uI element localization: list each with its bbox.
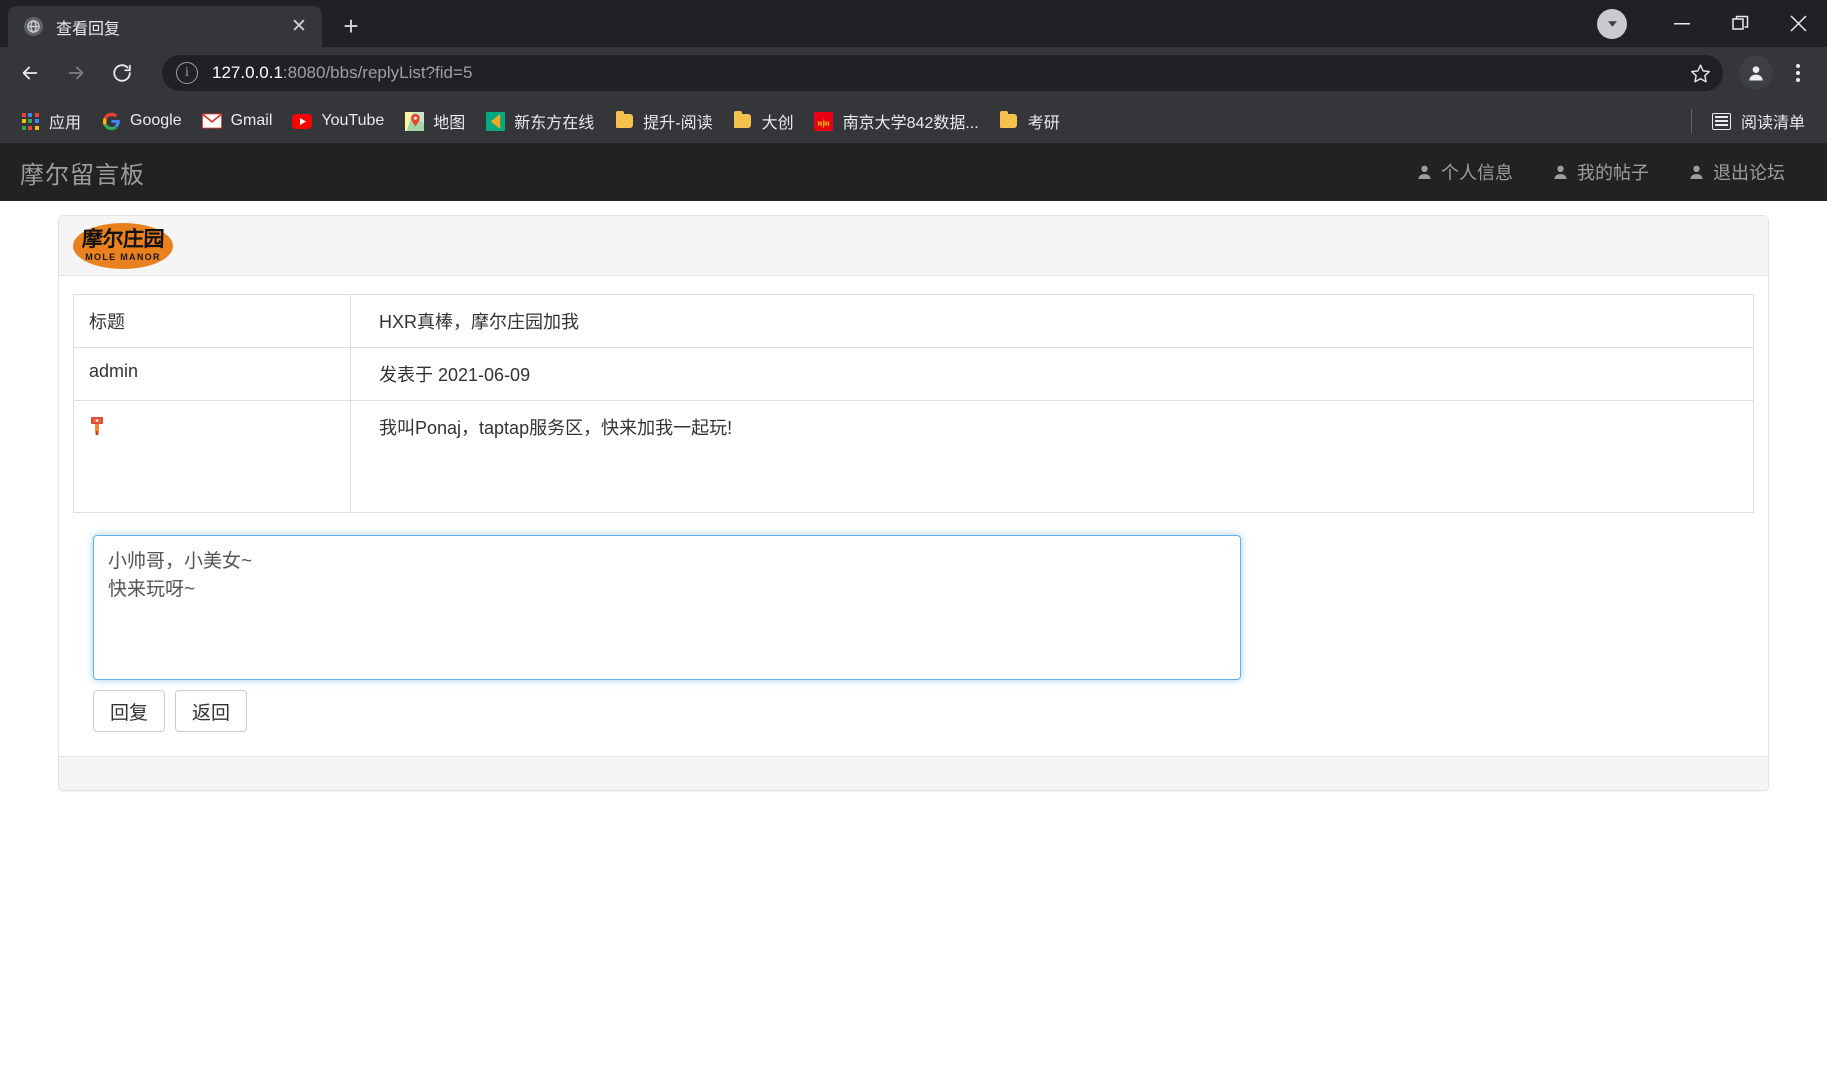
browser-window: 查看回复 ✕ + i 127.0.0.1:8080/bbs/replyList?… <box>0 0 1827 1080</box>
globe-icon <box>24 17 43 36</box>
bookmark-label: Gmail <box>230 112 273 129</box>
page-viewport: 摩尔留言板 个人信息 我的帖子 退出论坛 摩尔庄园 MOLE MANOR 标题 … <box>0 143 1827 1080</box>
nav-link-label: 退出论坛 <box>1713 163 1785 183</box>
bookmark-label: 应用 <box>49 115 82 132</box>
panel-footer <box>59 756 1768 790</box>
post-title-label: 标题 <box>73 294 351 348</box>
bookmark-nju[interactable]: nju 南京大学842数据... <box>804 105 989 137</box>
reading-list-label: 阅读清单 <box>1740 115 1805 132</box>
arrow-left-icon[interactable] <box>12 55 48 91</box>
bookmark-apps[interactable]: 应用 <box>10 105 91 137</box>
post-table: 标题 HXR真棒，摩尔庄园加我 admin 发表于 2021-06-09 我叫P… <box>73 294 1754 513</box>
nav-link-logout[interactable]: 退出论坛 <box>1675 151 1799 193</box>
nav-link-label: 个人信息 <box>1441 163 1513 183</box>
broken-image-avatar-icon <box>89 416 335 436</box>
star-icon[interactable] <box>1683 56 1717 90</box>
post-title-value: HXR真棒，摩尔庄园加我 <box>350 294 1754 348</box>
reply-button-row: 回复 返回 <box>93 690 1754 732</box>
panel-heading: 摩尔庄园 MOLE MANOR <box>59 216 1768 276</box>
bookmark-label: 新东方在线 <box>514 115 595 132</box>
xdf-icon <box>485 111 505 131</box>
table-row: 我叫Ponaj，taptap服务区，快来加我一起玩! <box>73 400 1754 513</box>
svg-text:nju: nju <box>817 117 830 127</box>
bookmark-folder-reading[interactable]: 提升-阅读 <box>604 105 722 137</box>
folder-icon <box>614 111 634 131</box>
bookmark-youtube[interactable]: YouTube <box>282 105 394 137</box>
logo-chinese-text: 摩尔庄园 <box>81 227 165 251</box>
post-panel: 摩尔庄园 MOLE MANOR 标题 HXR真棒，摩尔庄园加我 admin 发表… <box>58 215 1769 791</box>
youtube-icon <box>292 111 313 131</box>
maximize-button[interactable] <box>1711 0 1769 47</box>
bookmark-label: YouTube <box>321 112 385 129</box>
close-icon[interactable]: ✕ <box>286 14 312 40</box>
post-avatar-cell <box>73 400 351 513</box>
folder-icon <box>733 111 753 131</box>
reading-list-icon <box>1712 111 1732 131</box>
close-window-button[interactable] <box>1769 0 1827 47</box>
post-date: 发表于 2021-06-09 <box>350 347 1754 401</box>
nav-link-my-posts[interactable]: 我的帖子 <box>1539 151 1663 193</box>
bookmark-folder-dachuang[interactable]: 大创 <box>723 105 804 137</box>
table-row: admin 发表于 2021-06-09 <box>73 347 1754 401</box>
reading-list-group: 阅读清单 <box>1681 105 1815 137</box>
reply-textarea[interactable] <box>93 535 1241 680</box>
bookmarks-bar: 应用 Google Gmail YouTube 地图 新东方在线 提升-阅读 大… <box>0 99 1827 143</box>
bookmark-label: 考研 <box>1027 115 1060 132</box>
nju-icon: nju <box>814 111 834 131</box>
tab-title: 查看回复 <box>56 20 121 38</box>
post-content: 我叫Ponaj，taptap服务区，快来加我一起玩! <box>350 400 1754 513</box>
site-navbar: 摩尔留言板 个人信息 我的帖子 退出论坛 <box>0 143 1827 201</box>
logo-english-text: MOLE MANOR <box>85 252 161 262</box>
gmail-icon <box>201 111 222 131</box>
user-icon <box>1417 164 1432 180</box>
bookmark-xdf[interactable]: 新东方在线 <box>475 105 604 137</box>
maps-pin-icon <box>404 111 424 131</box>
bookmark-gmail[interactable]: Gmail <box>192 105 283 137</box>
nav-link-label: 我的帖子 <box>1577 163 1649 183</box>
browser-tab[interactable]: 查看回复 ✕ <box>8 6 322 47</box>
user-icon <box>1553 164 1568 180</box>
bookmark-label: 大创 <box>761 115 794 132</box>
site-nav-links: 个人信息 我的帖子 退出论坛 <box>1403 151 1799 193</box>
minimize-button[interactable] <box>1653 0 1711 47</box>
person-icon[interactable] <box>1739 56 1773 90</box>
mole-manor-logo: 摩尔庄园 MOLE MANOR <box>73 222 173 269</box>
browser-toolbar: i 127.0.0.1:8080/bbs/replyList?fid=5 <box>0 47 1827 99</box>
reply-button[interactable]: 回复 <box>93 690 166 732</box>
url-host: 127.0.0.1 <box>212 63 283 82</box>
post-author: admin <box>73 347 351 401</box>
address-bar[interactable]: i 127.0.0.1:8080/bbs/replyList?fid=5 <box>162 55 1723 91</box>
caret-down-circle-icon[interactable] <box>1597 8 1627 39</box>
info-circle-icon[interactable]: i <box>176 62 198 84</box>
url-text: 127.0.0.1:8080/bbs/replyList?fid=5 <box>212 63 1683 83</box>
page-container: 摩尔庄园 MOLE MANOR 标题 HXR真棒，摩尔庄园加我 admin 发表… <box>0 201 1827 791</box>
bookmark-label: 南京大学842数据... <box>842 115 979 132</box>
panel-body: 标题 HXR真棒，摩尔庄园加我 admin 发表于 2021-06-09 我叫P… <box>59 276 1768 756</box>
nav-link-profile[interactable]: 个人信息 <box>1403 151 1527 193</box>
apps-grid-icon <box>20 111 40 131</box>
kebab-menu-icon[interactable] <box>1781 56 1815 90</box>
toolbar-right-group <box>1731 56 1815 90</box>
arrow-right-icon[interactable] <box>58 55 94 91</box>
bookmark-folder-kaoyan[interactable]: 考研 <box>989 105 1070 137</box>
bookmark-label: Google <box>130 112 182 129</box>
user-icon <box>1689 164 1704 180</box>
browser-titlebar: 查看回复 ✕ + <box>0 0 1827 47</box>
bookmark-label: 地图 <box>433 115 466 132</box>
divider <box>1690 109 1692 133</box>
site-brand[interactable]: 摩尔留言板 <box>20 155 145 190</box>
new-tab-button[interactable]: + <box>334 9 368 43</box>
reading-list-button[interactable]: 阅读清单 <box>1702 105 1815 137</box>
reload-icon[interactable] <box>104 55 140 91</box>
back-button[interactable]: 返回 <box>175 690 248 732</box>
folder-icon <box>999 111 1019 131</box>
google-icon <box>101 111 121 131</box>
bookmark-google[interactable]: Google <box>91 105 192 137</box>
url-path: :8080/bbs/replyList?fid=5 <box>282 63 473 82</box>
table-row: 标题 HXR真棒，摩尔庄园加我 <box>73 294 1754 348</box>
tab-strip: 查看回复 ✕ + <box>0 0 368 47</box>
bookmark-label: 提升-阅读 <box>643 115 713 132</box>
window-controls <box>1597 0 1827 47</box>
bookmark-maps[interactable]: 地图 <box>394 105 475 137</box>
